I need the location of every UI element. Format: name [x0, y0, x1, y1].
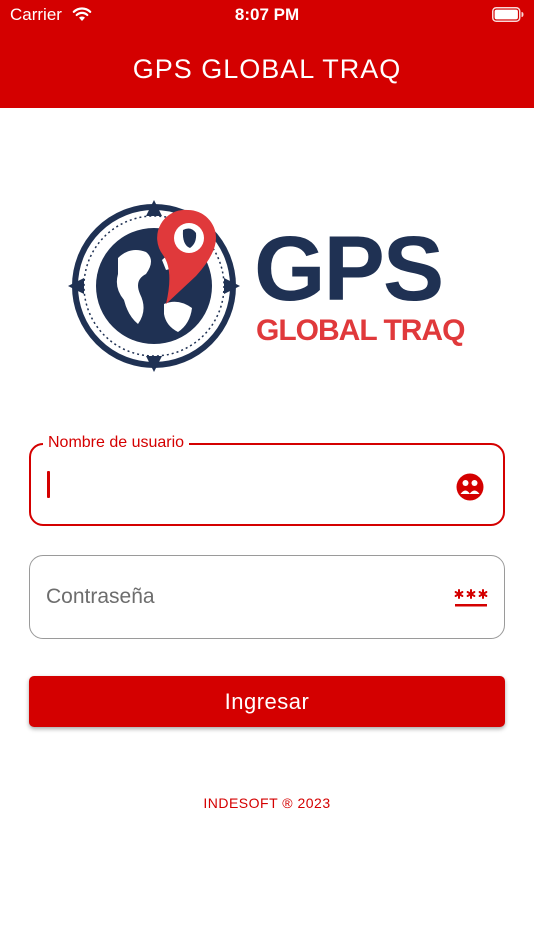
footer-copyright: INDESOFT ® 2023 — [203, 795, 331, 811]
app-header: Carrier 8:07 PM GPS GLOBAL TRAQ — [0, 0, 534, 108]
battery-icon — [492, 7, 524, 22]
user-circle-icon[interactable] — [455, 472, 485, 502]
logo-primary-text: GPS — [254, 218, 442, 320]
app-title: GPS GLOBAL TRAQ — [132, 54, 402, 84]
password-field[interactable] — [29, 555, 505, 639]
gps-global-traq-logo: GPS GLOBAL TRAQ — [68, 200, 466, 372]
username-input[interactable] — [47, 445, 437, 524]
password-input[interactable] — [46, 556, 436, 638]
username-field[interactable]: Nombre de usuario — [29, 433, 505, 526]
logo-secondary-text: GLOBAL TRAQ — [256, 314, 465, 347]
login-button[interactable]: Ingresar — [29, 676, 505, 727]
password-asterisks-icon[interactable] — [454, 586, 488, 610]
status-bar: Carrier 8:07 PM — [0, 0, 534, 30]
status-time: 8:07 PM — [234, 5, 300, 24]
